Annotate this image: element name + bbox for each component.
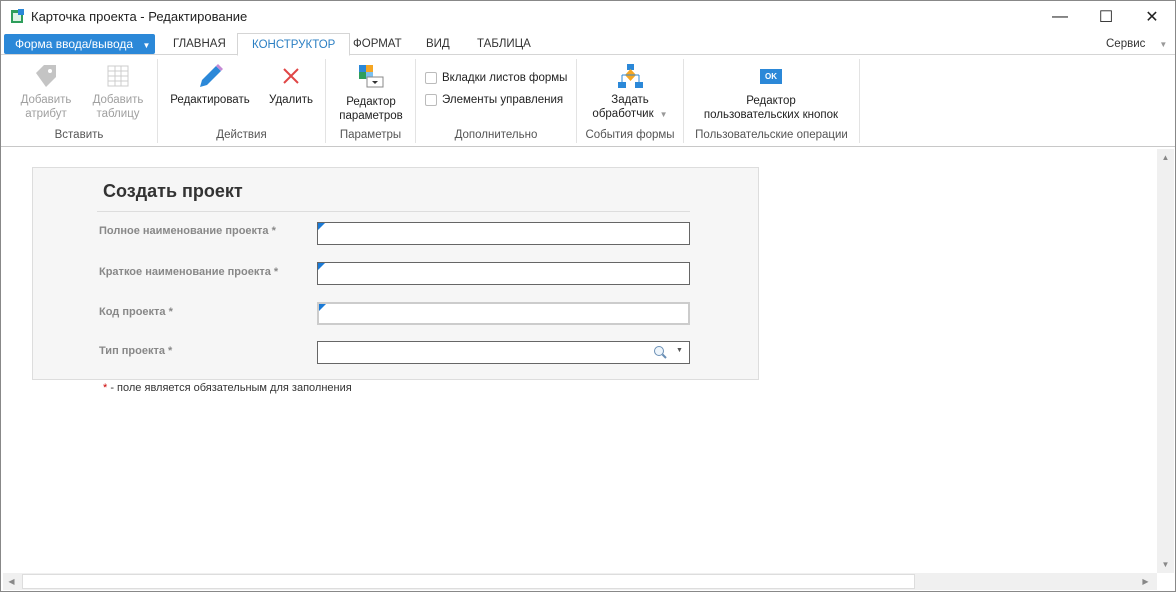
checkbox-label: Элементы управления <box>442 94 564 106</box>
title-divider <box>97 211 690 212</box>
required-marker-icon <box>318 263 325 270</box>
project-code-input[interactable] <box>317 302 690 325</box>
group-insert-label: Вставить <box>54 129 104 141</box>
flowchart-icon <box>618 64 643 88</box>
required-marker-icon <box>318 223 325 230</box>
tag-icon <box>36 65 56 87</box>
scrollbar-thumb[interactable] <box>22 574 915 589</box>
tab-table[interactable]: ТАБЛИЦА <box>463 33 545 56</box>
controls-checkbox[interactable]: Элементы управления <box>425 94 563 106</box>
label-line: параметров <box>339 110 403 122</box>
custom-buttons-editor-button[interactable]: OK Редактор пользовательских кнопок <box>691 63 851 122</box>
delete-x-icon <box>283 68 299 84</box>
label-line: атрибут <box>25 108 67 120</box>
label-line: таблицу <box>96 108 140 120</box>
project-code-label: Код проекта * <box>99 306 173 318</box>
sheet-tabs-checkbox[interactable]: Вкладки листов формы <box>425 72 567 84</box>
horizontal-scrollbar[interactable]: ◀ ▶ <box>3 573 1157 590</box>
set-handler-button[interactable]: Задать обработчик ▼ <box>583 63 677 122</box>
full-name-label: Полное наименование проекта * <box>99 225 276 237</box>
group-extra-label: Дополнительно <box>454 129 538 141</box>
parameters-icon <box>359 65 384 88</box>
vertical-scrollbar[interactable]: ▲ ▼ <box>1157 149 1174 573</box>
required-marker-icon <box>319 304 326 311</box>
window-title: Карточка проекта - Редактирование <box>31 9 248 24</box>
form-title: Создать проект <box>103 181 243 201</box>
group-custom-label: Пользовательские операции <box>695 129 848 141</box>
app-icon <box>11 9 24 23</box>
tab-constructor[interactable]: КОНСТРУКТОР <box>237 33 351 56</box>
tab-view[interactable]: ВИД <box>412 33 464 56</box>
label-line: Задать <box>611 94 649 106</box>
ok-button-icon: OK <box>760 69 782 84</box>
short-name-input[interactable] <box>317 262 690 285</box>
delete-label: Удалить <box>269 94 313 106</box>
label-line: Редактор <box>746 95 796 107</box>
label-line: пользовательских кнопок <box>703 109 839 121</box>
checkbox[interactable] <box>425 94 437 106</box>
project-type-label: Тип проекта * <box>99 345 173 357</box>
label-line: Добавить <box>92 94 144 106</box>
scroll-left-icon[interactable]: ◀ <box>3 573 20 590</box>
required-note: * - поле является обязательным для запол… <box>103 382 352 394</box>
maximize-button[interactable]: ☐ <box>1083 1 1129 33</box>
search-icon[interactable] <box>653 345 668 360</box>
close-button[interactable]: ✕ <box>1129 1 1175 33</box>
label-line: Редактор <box>346 96 396 108</box>
label-line: Добавить <box>20 94 72 106</box>
parameters-editor-button[interactable]: Редактор параметров <box>331 63 411 123</box>
file-menu-button[interactable]: Форма ввода/вывода ▼ <box>4 34 155 54</box>
add-table-button[interactable]: Добавить таблицу <box>85 63 151 121</box>
required-note-text: - поле является обязательным для заполне… <box>107 382 352 394</box>
chevron-down-icon: ▼ <box>1159 40 1168 49</box>
group-events-label: События формы <box>585 129 675 141</box>
edit-label: Редактировать <box>170 94 250 106</box>
delete-button[interactable]: Удалить <box>263 63 319 107</box>
add-attribute-button[interactable]: Добавить атрибут <box>13 63 79 121</box>
minimize-button[interactable]: — <box>1037 1 1083 33</box>
file-menu-label: Форма ввода/вывода <box>15 37 134 51</box>
chevron-down-icon[interactable]: ▼ <box>676 347 683 354</box>
full-name-input[interactable] <box>317 222 690 245</box>
label-line: обработчик <box>592 108 654 120</box>
chevron-down-icon: ▼ <box>659 110 668 119</box>
table-icon <box>107 65 129 87</box>
service-label: Сервис <box>1106 38 1146 50</box>
scroll-up-icon[interactable]: ▲ <box>1157 149 1174 166</box>
checkbox-label: Вкладки листов формы <box>442 72 568 84</box>
group-actions-label: Действия <box>216 129 267 141</box>
tab-format[interactable]: ФОРМАТ <box>339 33 416 56</box>
scroll-right-icon[interactable]: ▶ <box>1137 573 1154 590</box>
service-menu[interactable]: Сервис ▼ <box>1092 33 1176 56</box>
scroll-down-icon[interactable]: ▼ <box>1157 556 1174 573</box>
group-params-label: Параметры <box>339 129 402 141</box>
edit-button[interactable]: Редактировать <box>167 63 253 107</box>
pencil-icon <box>200 64 223 87</box>
project-type-select[interactable]: ▼ <box>317 341 690 364</box>
short-name-label: Краткое наименование проекта * <box>99 266 279 278</box>
tab-home[interactable]: ГЛАВНАЯ <box>159 33 240 56</box>
title-bar: Карточка проекта - Редактирование — ☐ ✕ <box>1 1 1175 33</box>
checkbox[interactable] <box>425 72 437 84</box>
chevron-down-icon: ▼ <box>142 41 151 50</box>
